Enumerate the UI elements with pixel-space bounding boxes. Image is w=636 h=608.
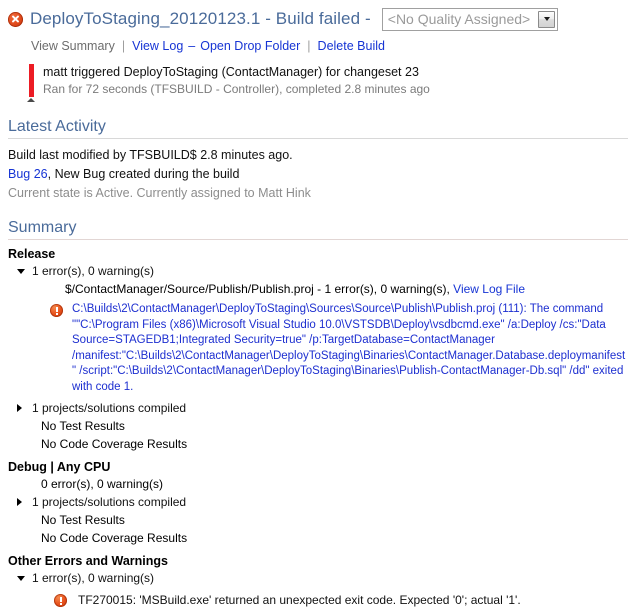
- expand-triangle-icon[interactable]: [17, 498, 22, 506]
- config-block-debug: Debug | Any CPU 0 error(s), 0 warning(s)…: [8, 460, 628, 547]
- page-title: DeployToStaging_20120123.1 - Build faile…: [30, 9, 371, 28]
- build-title-row: DeployToStaging_20120123.1 - Build faile…: [8, 6, 628, 32]
- project-result-row: $/ContactManager/Source/Publish/Publish.…: [8, 280, 628, 299]
- error-count-label: 1 error(s), 0 warning(s): [32, 264, 155, 278]
- separator-dash: –: [188, 39, 196, 53]
- config-name: Debug | Any CPU: [8, 460, 111, 474]
- projects-compiled-label: 1 projects/solutions compiled: [32, 495, 187, 509]
- latest-activity-section: Latest Activity Build last modified by T…: [8, 102, 628, 203]
- build-actions-toolbar: View Summary | View Log – Open Drop Fold…: [8, 32, 628, 53]
- no-code-coverage-results: No Code Coverage Results: [41, 437, 188, 451]
- view-summary-link[interactable]: View Summary: [31, 39, 115, 53]
- summary-heading: Summary: [8, 219, 77, 236]
- divider: [8, 138, 628, 139]
- open-drop-folder-link[interactable]: Open Drop Folder: [200, 39, 300, 53]
- error-message-row: TF270015: 'MSBuild.exe' returned an unex…: [8, 592, 628, 608]
- collapse-triangle-icon[interactable]: [17, 575, 25, 581]
- latest-activity-heading: Latest Activity: [8, 118, 106, 135]
- delete-build-link[interactable]: Delete Build: [318, 39, 385, 53]
- build-header: DeployToStaging_20120123.1 - Build faile…: [0, 0, 636, 102]
- error-count-row[interactable]: 1 error(s), 0 warning(s): [8, 262, 628, 280]
- chevron-down-icon[interactable]: [538, 10, 556, 28]
- no-test-results: No Test Results: [41, 513, 125, 527]
- bug-description: , New Bug created during the build: [47, 167, 240, 181]
- bug-link[interactable]: Bug 26: [8, 167, 48, 181]
- error-circle-x-icon: [8, 11, 23, 27]
- expand-triangle-icon[interactable]: [17, 404, 22, 412]
- trigger-duration: Ran for 72 seconds (TFSBUILD - Controlle…: [43, 82, 430, 96]
- error-message-text: TF270015: 'MSBuild.exe' returned an unex…: [78, 593, 521, 607]
- projects-compiled-row[interactable]: 1 projects/solutions compiled: [8, 493, 628, 511]
- summary-section: Summary Release 1 error(s), 0 warning(s)…: [8, 203, 628, 608]
- error-circle-exclamation-icon: [50, 304, 63, 317]
- separator-pipe-2: |: [307, 39, 311, 53]
- build-trigger-block: matt triggered DeployToStaging (ContactM…: [24, 64, 628, 102]
- view-log-file-link[interactable]: View Log File: [453, 282, 525, 296]
- config-name: Release: [8, 247, 56, 261]
- triangle-marker-icon: [27, 98, 35, 102]
- projects-compiled-label: 1 projects/solutions compiled: [32, 401, 187, 415]
- error-count-label: 0 error(s), 0 warning(s): [41, 477, 164, 491]
- config-block-release: Release 1 error(s), 0 warning(s) $/Conta…: [8, 247, 628, 453]
- bug-activity-row: Bug 26, New Bug created during the build: [8, 165, 628, 184]
- status-bar-indicator: [24, 64, 38, 102]
- error-count-label: 1 error(s), 0 warning(s): [32, 571, 155, 585]
- trigger-summary: matt triggered DeployToStaging (ContactM…: [43, 65, 419, 79]
- view-log-link[interactable]: View Log: [132, 39, 183, 53]
- project-result-text: $/ContactManager/Source/Publish/Publish.…: [65, 282, 454, 296]
- divider: [8, 239, 628, 240]
- separator-pipe-1: |: [121, 39, 126, 53]
- config-block-other-errors: Other Errors and Warnings 1 error(s), 0 …: [8, 554, 628, 608]
- build-quality-dropdown[interactable]: <No Quality Assigned>: [381, 7, 559, 31]
- other-errors-heading: Other Errors and Warnings: [8, 554, 168, 568]
- no-code-coverage-results: No Code Coverage Results: [41, 531, 188, 545]
- bug-state: Current state is Active. Currently assig…: [8, 186, 311, 200]
- error-message-text: C:\Builds\2\ContactManager\DeployToStagi…: [72, 303, 626, 393]
- error-count-row[interactable]: 1 error(s), 0 warning(s): [8, 569, 628, 587]
- projects-compiled-row[interactable]: 1 projects/solutions compiled: [8, 399, 628, 417]
- no-test-results: No Test Results: [41, 419, 125, 433]
- collapse-triangle-icon[interactable]: [17, 268, 25, 274]
- build-last-modified: Build last modified by TFSBUILD$ 2.8 min…: [8, 148, 293, 162]
- build-quality-value: <No Quality Assigned>: [387, 11, 531, 27]
- error-message-row: C:\Builds\2\ContactManager\DeployToStagi…: [8, 302, 628, 395]
